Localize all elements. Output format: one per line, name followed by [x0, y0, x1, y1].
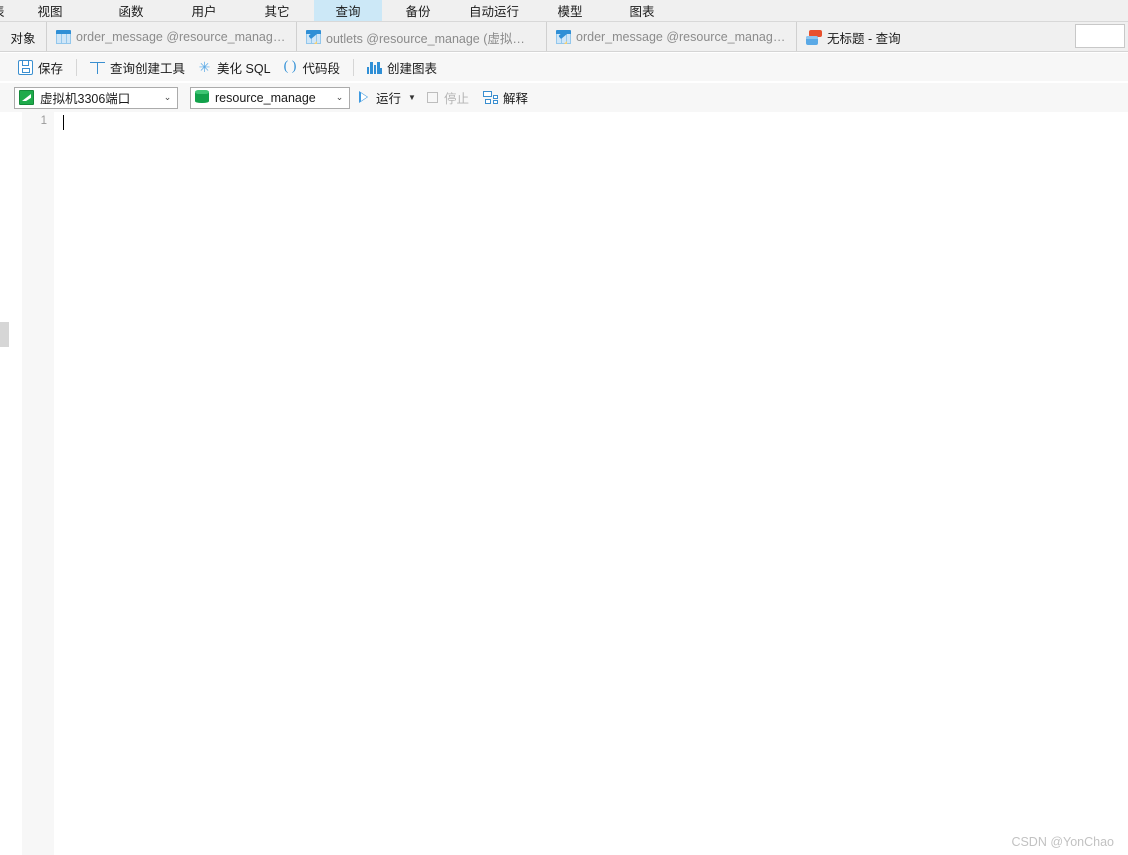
menu-tab-users[interactable]: 用户 — [168, 0, 240, 21]
query-builder-button[interactable]: 查询创建工具 — [84, 56, 191, 78]
save-icon — [18, 59, 33, 75]
menu-tab-backup[interactable]: 备份 — [382, 0, 454, 21]
menu-tab-model[interactable]: 模型 — [534, 0, 606, 21]
beautify-sql-label: 美化 SQL — [217, 61, 271, 76]
create-chart-icon — [367, 60, 383, 74]
run-button-label: 运行 — [376, 92, 402, 106]
beautify-sql-button[interactable]: ✳ 美化 SQL — [191, 56, 277, 78]
query-toolbar-secondary: 虚拟机3306端口 ⌄ resource_manage ⌄ 运行 ▼ 停止 解释 — [0, 83, 1128, 112]
database-select[interactable]: resource_manage ⌄ — [190, 86, 350, 109]
menu-tab-functions[interactable]: 函数 — [94, 0, 168, 21]
table-edit-icon — [556, 30, 571, 44]
tab-label: order_message @resource_manage ... — [576, 30, 787, 44]
panel-splitter-handle[interactable] — [0, 322, 9, 347]
tab-order-message-1[interactable]: order_message @resource_manage ... — [47, 22, 297, 52]
toolbar-separator — [76, 58, 78, 76]
stop-button-label: 停止 — [444, 92, 470, 106]
create-chart-button[interactable]: 创建图表 — [361, 56, 443, 78]
tab-outlets[interactable]: outlets @resource_manage (虚拟机3... — [297, 22, 547, 52]
watermark-text: CSDN @YonChao — [1011, 835, 1114, 849]
line-number: 1 — [40, 115, 47, 127]
create-chart-label: 创建图表 — [387, 61, 438, 76]
code-snippet-label: 代码段 — [302, 61, 341, 76]
play-icon — [358, 91, 371, 104]
query-builder-icon — [90, 60, 106, 75]
tab-label: 无标题 - 查询 — [827, 31, 901, 46]
sql-code-input[interactable]: CSDN @YonChao — [55, 112, 1128, 855]
text-caret — [63, 115, 64, 130]
query-toolbar-primary: 保存 查询创建工具 ✳ 美化 SQL ( ) 代码段 创建图表 — [0, 53, 1128, 81]
line-number-gutter: 1 — [22, 112, 55, 855]
run-dropdown-arrow[interactable]: ▼ — [405, 93, 419, 102]
query-icon — [806, 29, 822, 45]
connection-select[interactable]: 虚拟机3306端口 ⌄ — [14, 86, 178, 109]
tab-objects[interactable]: 对象 — [0, 22, 47, 52]
menu-tab-views[interactable]: 视图 — [6, 0, 94, 21]
tab-label: order_message @resource_manage ... — [76, 30, 287, 44]
run-button[interactable]: 运行 — [350, 87, 405, 109]
save-button-label: 保存 — [38, 61, 64, 76]
connection-select-value: 虚拟机3306端口 — [40, 92, 131, 106]
database-icon — [195, 90, 209, 105]
menu-tab-chart[interactable]: 图表 — [606, 0, 678, 21]
sql-editor-area: 1 CSDN @YonChao — [0, 112, 1128, 855]
save-button[interactable]: 保存 — [12, 56, 69, 78]
toolbar-separator — [353, 58, 355, 76]
explain-button[interactable]: 解释 — [478, 87, 533, 109]
chevron-down-icon: ⌄ — [335, 92, 344, 102]
code-snippet-icon: ( ) — [283, 58, 297, 74]
tab-label: outlets @resource_manage (虚拟机3... — [326, 31, 537, 46]
magic-wand-icon: ✳ — [198, 58, 211, 75]
tab-order-message-2[interactable]: order_message @resource_manage ... — [547, 22, 797, 52]
explain-button-label: 解释 — [503, 92, 529, 106]
ribbon-menubar: 表 视图 函数 用户 其它 查询 备份 自动运行 模型 图表 — [0, 0, 1128, 22]
connection-icon — [19, 90, 34, 105]
code-snippet-button[interactable]: ( ) 代码段 — [277, 56, 347, 78]
menu-tab-query[interactable]: 查询 — [314, 0, 382, 21]
menu-tab-automation[interactable]: 自动运行 — [454, 0, 534, 21]
table-icon — [56, 30, 71, 44]
stop-button: 停止 — [422, 87, 474, 109]
stop-square-icon — [427, 92, 439, 103]
tabstrip-spacer — [910, 22, 1075, 52]
tabstrip-end-box[interactable] — [1075, 24, 1125, 48]
table-edit-icon — [306, 30, 321, 44]
query-builder-label: 查询创建工具 — [110, 61, 186, 76]
database-select-value: resource_manage — [215, 90, 316, 105]
editor-left-rail — [0, 112, 22, 855]
menu-tab-others[interactable]: 其它 — [240, 0, 314, 21]
tab-objects-label: 对象 — [10, 31, 36, 46]
document-tabstrip: 对象 order_message @resource_manage ... ou… — [0, 22, 1128, 52]
explain-plan-icon — [483, 90, 499, 105]
tab-untitled-query[interactable]: 无标题 - 查询 — [797, 22, 910, 52]
chevron-down-icon: ⌄ — [163, 92, 172, 102]
